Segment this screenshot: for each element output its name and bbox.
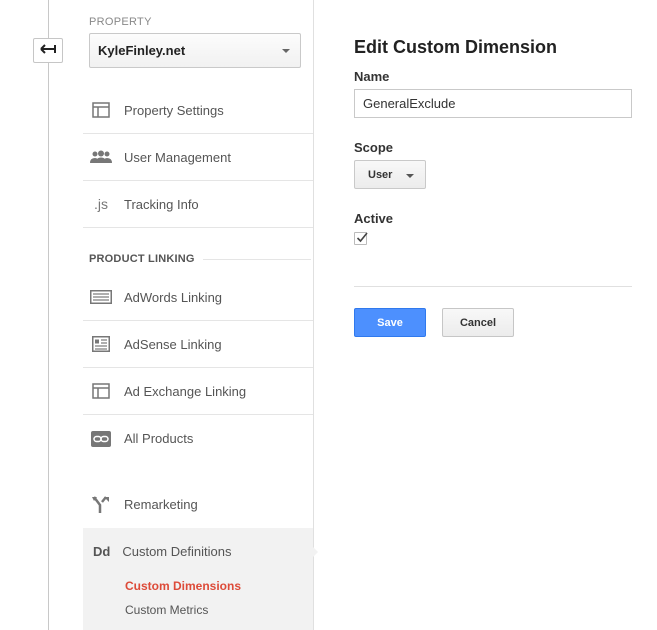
custom-definitions-icon: Dd [93, 544, 111, 559]
sidebar-item-user-management[interactable]: User Management [83, 134, 313, 181]
scope-dropdown[interactable]: User [354, 160, 426, 189]
sidebar-item-label: User Management [124, 149, 231, 165]
sidebar-item-adwords-linking[interactable]: AdWords Linking [83, 274, 313, 321]
back-arrow-icon [40, 42, 56, 60]
sidebar-item-tracking-info[interactable]: .js Tracking Info [83, 181, 313, 228]
sidebar-item-remarketing[interactable]: Remarketing [83, 481, 313, 528]
window-icon [90, 100, 112, 120]
active-checkbox[interactable] [354, 232, 368, 245]
active-label: Active [354, 211, 394, 226]
sidebar-divider [313, 0, 314, 630]
sidebar-item-all-products[interactable]: All Products [83, 415, 313, 462]
checkmark-icon [356, 232, 368, 243]
chevron-down-icon [406, 174, 414, 178]
sidebar-item-property-settings[interactable]: Property Settings [83, 87, 313, 134]
property-select[interactable]: KyleFinley.net [89, 33, 301, 68]
fork-icon [90, 495, 112, 515]
custom-definitions-section: Dd Custom Definitions Custom Dimensions … [83, 528, 313, 630]
link-icon [90, 429, 112, 449]
sub-link-custom-metrics[interactable]: Custom Metrics [125, 603, 208, 617]
users-icon [90, 147, 112, 167]
sidebar-item-label: Remarketing [124, 497, 198, 512]
window-icon [90, 381, 112, 401]
sidebar: PROPERTY KyleFinley.net Property Setting… [83, 0, 313, 630]
back-rail-line [48, 0, 49, 630]
chevron-down-icon [282, 49, 290, 53]
sidebar-item-label: Custom Definitions [122, 544, 232, 559]
sidebar-item-label: AdSense Linking [124, 336, 222, 352]
form-divider [354, 286, 632, 287]
sidebar-item-label: AdWords Linking [124, 289, 223, 305]
back-button[interactable] [33, 38, 63, 63]
sidebar-item-custom-definitions[interactable]: Dd Custom Definitions [83, 528, 313, 575]
section-divider [203, 259, 311, 260]
sub-link-custom-dimensions[interactable]: Custom Dimensions [125, 579, 241, 593]
name-label: Name [354, 69, 390, 84]
property-select-value: KyleFinley.net [98, 43, 186, 58]
save-button[interactable]: Save [354, 308, 426, 337]
scope-label: Scope [354, 140, 394, 155]
product-linking-header: PRODUCT LINKING [89, 253, 195, 265]
adwords-icon [90, 287, 112, 307]
property-label: PROPERTY [89, 16, 152, 28]
sidebar-item-label: Ad Exchange Linking [124, 383, 247, 399]
active-pointer-notch [311, 545, 318, 559]
cancel-button[interactable]: Cancel [442, 308, 514, 337]
sidebar-item-ad-exchange-linking[interactable]: Ad Exchange Linking [83, 368, 313, 415]
adsense-icon [90, 334, 112, 354]
js-icon: .js [94, 196, 108, 212]
sidebar-item-adsense-linking[interactable]: AdSense Linking [83, 321, 313, 368]
page-title: Edit Custom Dimension [354, 37, 558, 57]
sidebar-item-label: All Products [124, 431, 194, 446]
name-input[interactable] [354, 89, 632, 118]
scope-dropdown-value: User [368, 168, 393, 181]
sidebar-item-label: Property Settings [124, 102, 224, 118]
sidebar-item-label: Tracking Info [124, 196, 199, 212]
